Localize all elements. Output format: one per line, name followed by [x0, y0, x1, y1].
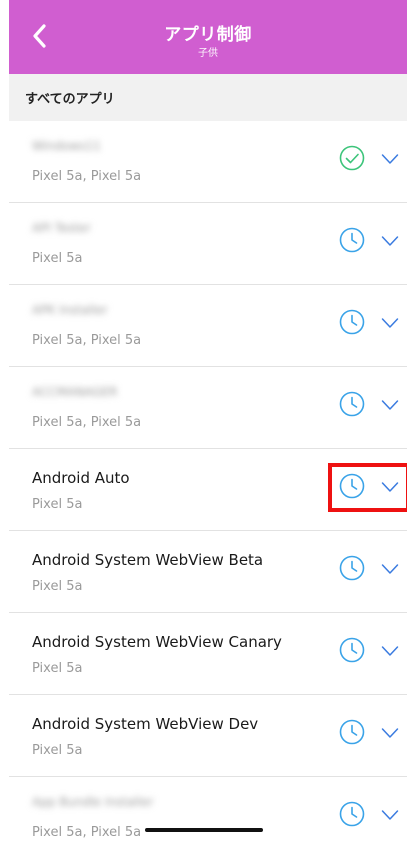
app-devices: Pixel 5a: [32, 497, 83, 512]
chevron-down-icon[interactable]: [381, 317, 399, 329]
chevron-down-icon[interactable]: [381, 727, 399, 739]
list-item[interactable]: Android System WebView Dev Pixel 5a: [9, 695, 407, 777]
list-item[interactable]: App Bundle Installer Pixel 5a, Pixel 5a: [9, 777, 407, 859]
chevron-down-icon[interactable]: [381, 481, 399, 493]
check-circle-icon: [339, 145, 365, 171]
clock-icon: [339, 719, 365, 745]
app-devices: Pixel 5a: [32, 579, 83, 594]
list-item[interactable]: APK Installer Pixel 5a, Pixel 5a: [9, 285, 407, 367]
list-item[interactable]: Android System WebView Canary Pixel 5a: [9, 613, 407, 695]
clock-icon: [339, 227, 365, 253]
page-subtitle: 子供: [198, 48, 218, 59]
app-devices: Pixel 5a: [32, 661, 83, 676]
chevron-down-icon[interactable]: [381, 235, 399, 247]
list-item[interactable]: ACCMANAGER Pixel 5a, Pixel 5a: [9, 367, 407, 449]
page-title: アプリ制御: [164, 25, 252, 45]
chevron-down-icon[interactable]: [381, 645, 399, 657]
app-devices: Pixel 5a, Pixel 5a: [32, 825, 142, 840]
chevron-down-icon[interactable]: [381, 563, 399, 575]
app-devices: Pixel 5a, Pixel 5a: [32, 415, 142, 430]
clock-icon: [339, 391, 365, 417]
app-name: App Bundle Installer: [32, 795, 154, 809]
app-devices: Pixel 5a: [32, 743, 83, 758]
app-devices: Pixel 5a: [32, 251, 83, 266]
section-header: すべてのアプリ: [9, 74, 407, 121]
clock-icon: [339, 309, 365, 335]
chevron-down-icon[interactable]: [381, 399, 399, 411]
section-title: すべてのアプリ: [25, 92, 115, 107]
chevron-down-icon[interactable]: [381, 809, 399, 821]
clock-icon: [339, 473, 365, 499]
app-header: アプリ制御 子供: [9, 0, 407, 74]
app-name: Android System WebView Beta: [32, 551, 264, 569]
app-name: ACCMANAGER: [32, 385, 118, 399]
app-name: Android System WebView Canary: [32, 633, 282, 651]
app-name: APK Installer: [32, 303, 108, 317]
clock-icon: [339, 555, 365, 581]
app-name: Windows11: [32, 139, 101, 153]
list-item[interactable]: Android Auto Pixel 5a: [9, 449, 407, 531]
app-name: API Tester: [32, 221, 91, 235]
list-item[interactable]: Windows11 Pixel 5a, Pixel 5a: [9, 121, 407, 203]
home-indicator: [145, 828, 263, 832]
list-item[interactable]: API Tester Pixel 5a: [9, 203, 407, 285]
chevron-down-icon[interactable]: [381, 153, 399, 165]
app-name: Android System WebView Dev: [32, 715, 259, 733]
app-name: Android Auto: [32, 469, 130, 487]
app-devices: Pixel 5a, Pixel 5a: [32, 169, 142, 184]
clock-icon: [339, 637, 365, 663]
clock-icon: [339, 801, 365, 827]
app-devices: Pixel 5a, Pixel 5a: [32, 333, 142, 348]
app-list: Windows11 Pixel 5a, Pixel 5a API Tester …: [9, 121, 407, 859]
list-item[interactable]: Android System WebView Beta Pixel 5a: [9, 531, 407, 613]
